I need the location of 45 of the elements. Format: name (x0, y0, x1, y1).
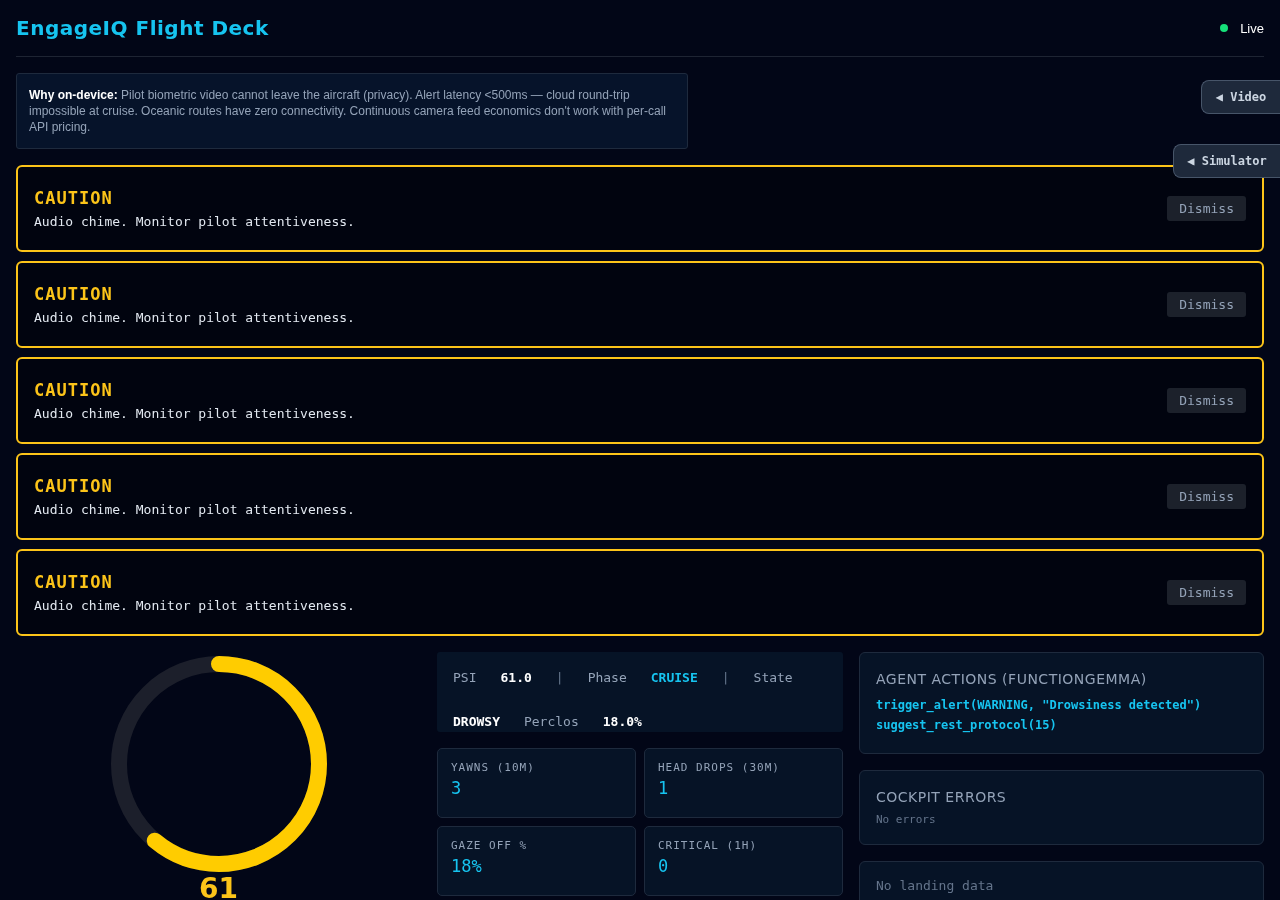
gauge-value: 61 (199, 872, 238, 900)
side-tab[interactable]: ◀ Video (1201, 80, 1280, 114)
metric-label: HEAD DROPS (30M) (658, 761, 781, 774)
panel-title: COCKPIT ERRORS (876, 789, 1008, 805)
empty-message: No errors (876, 813, 937, 826)
dismiss-button[interactable]: Dismiss (1167, 388, 1246, 413)
metric-value: 1 (658, 778, 670, 798)
dismiss-button[interactable]: Dismiss (1167, 196, 1246, 221)
metric-value: 0 (658, 856, 670, 876)
alert-title: CAUTION (34, 188, 114, 208)
alert-title: CAUTION (34, 572, 114, 592)
alert-title: CAUTION (34, 476, 114, 496)
metric-label: YAWNS (10M) (451, 761, 536, 774)
alert-title: CAUTION (34, 380, 114, 400)
empty-message: No landing data (876, 878, 995, 893)
status-value: 18.0% (602, 713, 642, 731)
live-label: Live (1240, 20, 1264, 36)
function-call: suggest_rest_protocol(15) (876, 717, 1058, 735)
metric-label: CRITICAL (1H) (658, 839, 759, 852)
metric-label: GAZE OFF % (451, 839, 529, 852)
status-value: CRUISE (650, 669, 698, 687)
status-label: Phase (587, 669, 627, 687)
alert-message: Audio chime. Monitor pilot attentiveness. (34, 598, 355, 613)
separator: | (721, 669, 730, 687)
info-note: Why on-device: Pilot biometric video cannot leave the aircraft (privacy). Alert latency <500ms — cloud round-trip impossible at cruise. Oceanic routes have zero connectivity. Continuous camera feed economics don't work with per-call API pricing. (16, 73, 688, 149)
dismiss-button[interactable]: Dismiss (1167, 580, 1246, 605)
dismiss-button[interactable]: Dismiss (1167, 484, 1246, 509)
app-title: EngageIQ Flight Deck (16, 16, 269, 40)
status-label: PSI (453, 669, 477, 687)
alert-message: Audio chime. Monitor pilot attentiveness. (34, 214, 355, 229)
status-label: Perclos (523, 713, 579, 731)
metric-value: 3 (451, 778, 463, 798)
metric-value: 18% (451, 856, 483, 876)
dismiss-button[interactable]: Dismiss (1167, 292, 1246, 317)
alert-message: Audio chime. Monitor pilot attentiveness. (34, 502, 355, 517)
side-tab[interactable]: ◀ Simulator (1173, 144, 1280, 178)
separator: | (555, 669, 564, 687)
alert-message: Audio chime. Monitor pilot attentiveness. (34, 310, 355, 325)
panel-title: AGENT ACTIONS (FUNCTIONGEMMA) (876, 671, 1148, 687)
status-value: 61.0 (500, 669, 532, 687)
alert-title: CAUTION (34, 284, 114, 304)
status-label: State (753, 669, 793, 687)
status-value: DROWSY (453, 713, 500, 731)
alert-message: Audio chime. Monitor pilot attentiveness. (34, 406, 355, 421)
function-call: trigger_alert(WARNING, "Drowsiness detected") (876, 697, 1203, 715)
